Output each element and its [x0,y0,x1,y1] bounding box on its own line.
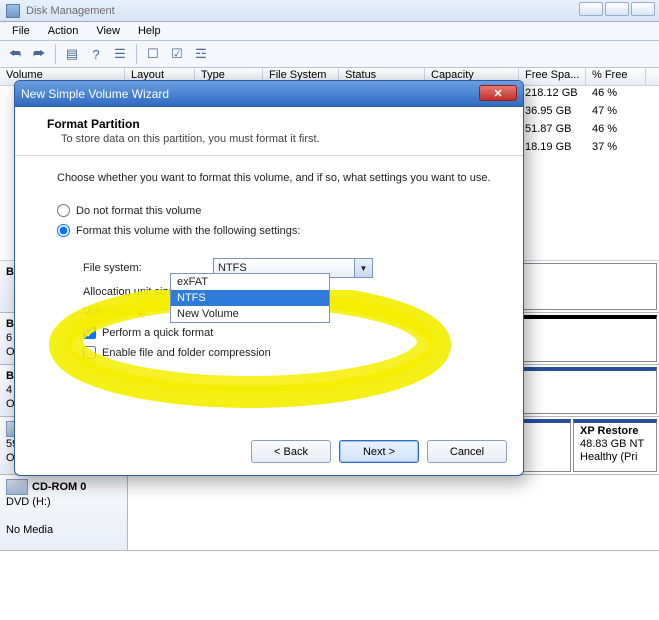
refresh-icon[interactable]: ☐ [142,43,164,65]
new-simple-volume-wizard: New Simple Volume Wizard ✕ Format Partit… [14,80,524,476]
dropdown-option-newvolume[interactable]: New Volume [171,306,329,322]
dropdown-option-exfat[interactable]: exFAT [171,274,329,290]
next-button[interactable]: Next > [339,440,419,463]
disk-row-cdrom: CD-ROM 0 DVD (H:) No Media [0,475,659,551]
cdrom-icon [6,479,28,495]
cell-pctfree: 37 % [586,140,646,158]
back-icon[interactable]: ⮪ [4,43,26,65]
filesystem-dropdown[interactable]: exFAT NTFS New Volume [170,273,330,323]
cdrom-device: DVD (H:) [6,496,51,508]
menu-help[interactable]: Help [130,24,169,38]
dropdown-option-ntfs[interactable]: NTFS [171,290,329,306]
wizard-subheading: To store data on this partition, you mus… [47,133,503,145]
wizard-titlebar[interactable]: New Simple Volume Wizard ✕ [15,81,523,107]
menu-action[interactable]: Action [40,24,87,38]
wizard-close-button[interactable]: ✕ [479,85,517,101]
cdrom-state: No Media [6,524,53,536]
cancel-button[interactable]: Cancel [427,440,507,463]
radio-format-with-settings-label: Format this volume with the following se… [76,225,300,237]
menu-bar: File Action View Help [0,22,659,41]
cell-freespace: 51.87 GB [519,122,586,140]
cell-freespace: 18.19 GB [519,140,586,158]
disk-partial-label: B [6,266,14,278]
wizard-banner: Format Partition To store data on this p… [15,107,523,156]
radio-do-not-format[interactable] [57,204,70,217]
radio-format-with-settings[interactable] [57,224,70,237]
cell-freespace: 218.12 GB [519,86,586,104]
partition-label: XP Restore [580,425,639,437]
close-button[interactable] [631,2,655,16]
properties-icon[interactable]: ☰ [109,43,131,65]
menu-view[interactable]: View [88,24,128,38]
col-freespace[interactable]: Free Spa... [519,68,586,85]
checkbox-quick-format[interactable] [83,326,96,339]
radio-do-not-format-label: Do not format this volume [76,205,201,217]
app-titlebar: Disk Management [0,0,659,22]
settings-icon[interactable]: ☲ [190,43,212,65]
cell-pctfree: 46 % [586,122,646,140]
chevron-down-icon[interactable]: ▼ [354,259,372,277]
disk-partial-label: B [6,370,14,382]
enable-compression-label: Enable file and folder compression [102,347,271,359]
close-icon: ✕ [493,87,502,100]
cell-pctfree: 46 % [586,86,646,104]
disk-partial-label: B [6,318,14,330]
help-icon[interactable]: ? [85,43,107,65]
back-button[interactable]: < Back [251,440,331,463]
wizard-intro: Choose whether you want to format this v… [57,172,495,184]
cdrom-name: CD-ROM 0 [32,481,86,493]
toolbar: ⮪ ⮫ ▤ ? ☰ ☐ ☑ ☲ [0,41,659,68]
show-hide-tree-icon[interactable]: ▤ [61,43,83,65]
app-title: Disk Management [26,5,115,17]
menu-file[interactable]: File [4,24,38,38]
wizard-title: New Simple Volume Wizard [21,87,169,101]
wizard-heading: Format Partition [47,117,503,131]
minimize-button[interactable] [579,2,603,16]
disk-left-pane: CD-ROM 0 DVD (H:) No Media [0,475,128,550]
forward-icon[interactable]: ⮫ [28,43,50,65]
maximize-button[interactable] [605,2,629,16]
rescan-icon[interactable]: ☑ [166,43,188,65]
partition-xp-restore[interactable]: XP Restore 48.83 GB NT Healthy (Pri [573,419,657,472]
cell-freespace: 36.95 GB [519,104,586,122]
quick-format-label: Perform a quick format [102,327,213,339]
col-pctfree[interactable]: % Free [586,68,646,85]
app-icon [6,4,20,18]
partition-size: 48.83 GB NT [580,438,644,450]
partition-status: Healthy (Pri [580,451,637,463]
checkbox-enable-compression[interactable] [83,346,96,359]
cell-pctfree: 47 % [586,104,646,122]
